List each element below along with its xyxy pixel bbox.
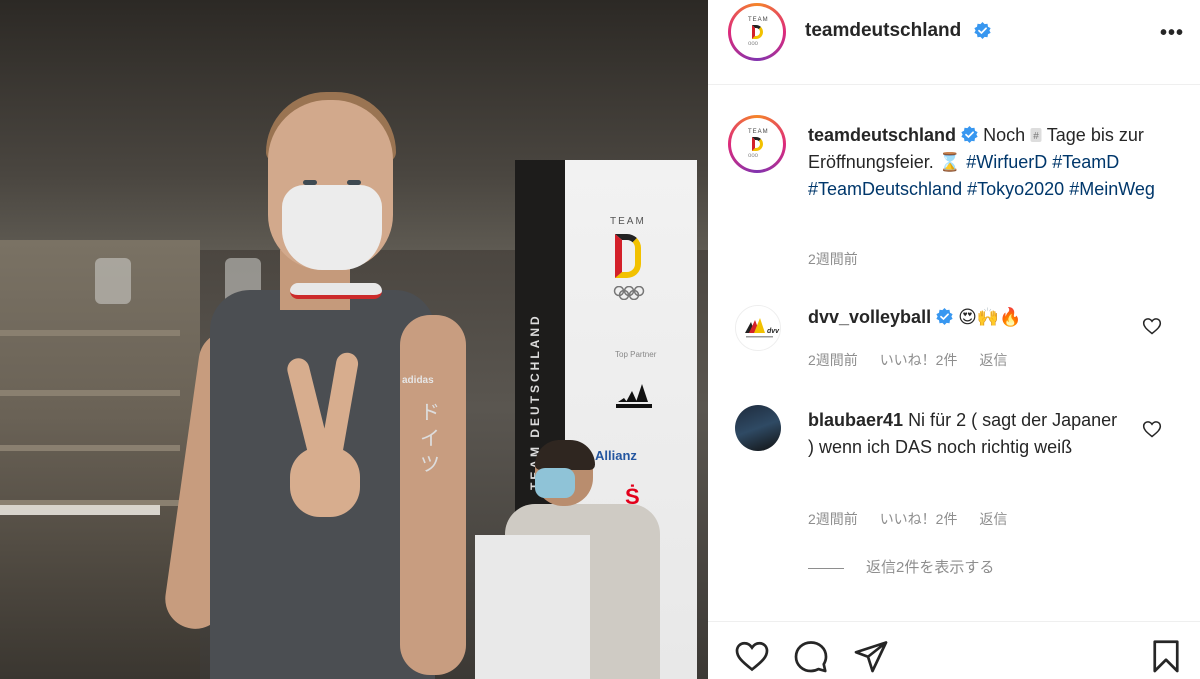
header-avatar[interactable]: TEAM ooo [728,3,786,61]
comment-likes[interactable]: いいね！2件 [880,511,958,527]
verified-badge-icon [936,308,953,325]
caption-text: Noch [983,125,1031,145]
comment-likes[interactable]: いいね！2件 [880,352,958,368]
paper-plane-icon[interactable] [853,638,889,674]
comment-timestamp[interactable]: 2週間前 [808,352,858,368]
photo-lamp [95,258,131,304]
view-replies-button[interactable]: 返信2件を表示する [808,556,994,577]
commenter-avatar[interactable]: dvv [735,305,781,351]
lanyard [290,283,382,299]
comment-meta: 2週間前 いいね！2件 返信 [808,350,1025,370]
bookmark-icon[interactable] [1148,638,1184,674]
comment-text-block: blaubaer41 Ni für 2 ( sagt der Japaner )… [808,407,1128,461]
shirt-kana-text: ドイツ [420,402,440,476]
comment-timestamp[interactable]: 2週間前 [808,511,858,527]
replies-line [808,567,844,569]
dvv-logo-icon: dvv [736,306,780,350]
commenter-username[interactable]: blaubaer41 [808,410,903,430]
shirt-brand-text: adidas [402,375,434,386]
reply-button[interactable]: 返信 [979,511,1007,527]
svg-text:dvv: dvv [767,328,780,335]
verified-badge-icon [961,126,978,143]
commenter-username[interactable]: dvv_volleyball [808,307,931,327]
team-d-logo-icon: TEAM ooo [748,17,769,47]
caption-timestamp[interactable]: 2週間前 [808,249,858,269]
hashtag-link[interactable]: #TeamD [1052,152,1119,172]
heart-icon[interactable] [1142,316,1162,336]
post-photo[interactable]: TEAM DEUTSCHLAND TEAM Top Partner Allian… [0,0,708,679]
hashtag-link[interactable]: #WirfuerD [966,152,1047,172]
hashtag-link[interactable]: #Tokyo2020 [967,179,1064,199]
adidas-logo-icon [616,384,652,408]
hourglass-icon: ⌛ [938,152,962,172]
keycap-number-icon: # [1030,128,1042,142]
photo-shelf [0,330,180,336]
comment-meta: 2週間前 いいね！2件 返信 [808,509,1025,529]
comment-text: 😍🙌🔥 [958,307,1022,327]
svg-text:#: # [1033,131,1039,142]
banner-partner-text: Top Partner [615,350,657,359]
photo-white-box [475,535,590,679]
post-side-panel: TEAM ooo teamdeutschland ••• TEAM ooo team… [708,0,1200,679]
hashtag-link[interactable]: #MeinWeg [1069,179,1155,199]
comment-icon[interactable] [793,638,829,674]
team-d-logo-icon: TEAM ooo [748,129,769,159]
team-d-logo-icon [615,234,641,278]
reply-button[interactable]: 返信 [979,352,1007,368]
photo-shelf [0,445,180,451]
photo-athlete: adidas ドイツ [161,90,470,679]
peace-sign-hand [285,350,360,517]
olympic-rings-icon [613,286,645,300]
banner-team-text: TEAM [610,216,646,227]
photo-shelf [0,390,180,396]
more-options-icon[interactable]: ••• [1160,23,1190,43]
header-divider [708,84,1200,85]
hashtag-link[interactable]: #TeamDeutschland [808,179,962,199]
heart-icon[interactable] [1142,419,1162,439]
face-mask [282,185,382,270]
comment-text-block: dvv_volleyball 😍🙌🔥 [808,304,1128,331]
header-username[interactable]: teamdeutschland [805,20,961,42]
commenter-avatar[interactable] [735,405,781,451]
post-caption: teamdeutschland Noch # Tage bis zur Eröf… [808,122,1178,203]
actions-divider [708,621,1200,622]
caption-avatar[interactable]: TEAM ooo [728,115,786,173]
caption-username[interactable]: teamdeutschland [808,125,956,145]
heart-icon[interactable] [734,638,770,674]
view-replies-label: 返信2件を表示する [866,559,995,576]
photo-table [0,505,160,515]
verified-badge-icon [974,22,991,39]
